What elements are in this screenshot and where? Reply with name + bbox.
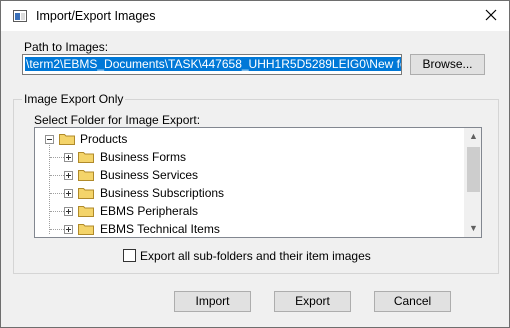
tree-node-business-services[interactable]: Business Services	[35, 166, 465, 184]
tree-node-ebms-peripherals[interactable]: EBMS Peripherals	[35, 202, 465, 220]
expand-toggle[interactable]	[64, 189, 73, 198]
import-export-dialog: Import/Export Images Path to Images: \te…	[0, 0, 510, 328]
expand-toggle[interactable]	[64, 171, 73, 180]
tree-node-ebms-technical-items[interactable]: EBMS Technical Items	[35, 220, 465, 237]
expand-toggle[interactable]	[64, 153, 73, 162]
export-subfolders-label[interactable]: Export all sub-folders and their item im…	[140, 249, 371, 263]
folder-tree[interactable]: Products Business Forms Business Service…	[34, 127, 482, 238]
browse-button[interactable]: Browse...	[410, 54, 485, 75]
tree-node-business-forms[interactable]: Business Forms	[35, 148, 465, 166]
folder-select-label: Select Folder for Image Export:	[34, 113, 201, 127]
collapse-toggle[interactable]	[45, 135, 54, 144]
expand-toggle[interactable]	[64, 207, 73, 216]
path-label: Path to Images:	[24, 40, 109, 54]
tree-scrollbar[interactable]: ▲ ▼	[464, 128, 481, 237]
tree-node-label: Products	[80, 132, 128, 146]
folder-icon	[78, 152, 94, 163]
scroll-thumb[interactable]	[467, 147, 480, 192]
dialog-window-icon	[13, 10, 27, 22]
tree-node-products[interactable]: Products	[35, 130, 465, 148]
export-subfolders-checkbox[interactable]	[123, 249, 136, 262]
close-button[interactable]	[481, 7, 501, 25]
scroll-down-arrow-icon[interactable]: ▼	[465, 220, 481, 237]
tree-node-label: Business Subscriptions	[100, 186, 225, 200]
folder-icon	[78, 206, 94, 217]
tree-node-label: EBMS Technical Items	[100, 222, 220, 236]
folder-icon	[78, 188, 94, 199]
dialog-title: Import/Export Images	[36, 9, 156, 23]
tree-node-label: Business Forms	[100, 150, 187, 164]
tree-node-business-subscriptions[interactable]: Business Subscriptions	[35, 184, 465, 202]
cancel-button[interactable]: Cancel	[374, 291, 451, 312]
path-input[interactable]: \term2\EBMS_Documents\TASK\447658_UHH1R5…	[22, 54, 402, 75]
close-icon	[485, 9, 497, 21]
path-input-value: \term2\EBMS_Documents\TASK\447658_UHH1R5…	[25, 57, 401, 71]
import-button[interactable]: Import	[174, 291, 251, 312]
tree-node-label: EBMS Peripherals	[100, 204, 199, 218]
scroll-up-arrow-icon[interactable]: ▲	[465, 128, 481, 145]
folder-icon	[78, 170, 94, 181]
image-export-group-label: Image Export Only	[22, 92, 126, 106]
export-button[interactable]: Export	[274, 291, 351, 312]
title-bar[interactable]: Import/Export Images	[1, 1, 509, 31]
tree-node-label: Business Services	[100, 168, 199, 182]
expand-toggle[interactable]	[64, 225, 73, 234]
folder-icon	[78, 224, 94, 235]
folder-icon	[59, 134, 75, 145]
